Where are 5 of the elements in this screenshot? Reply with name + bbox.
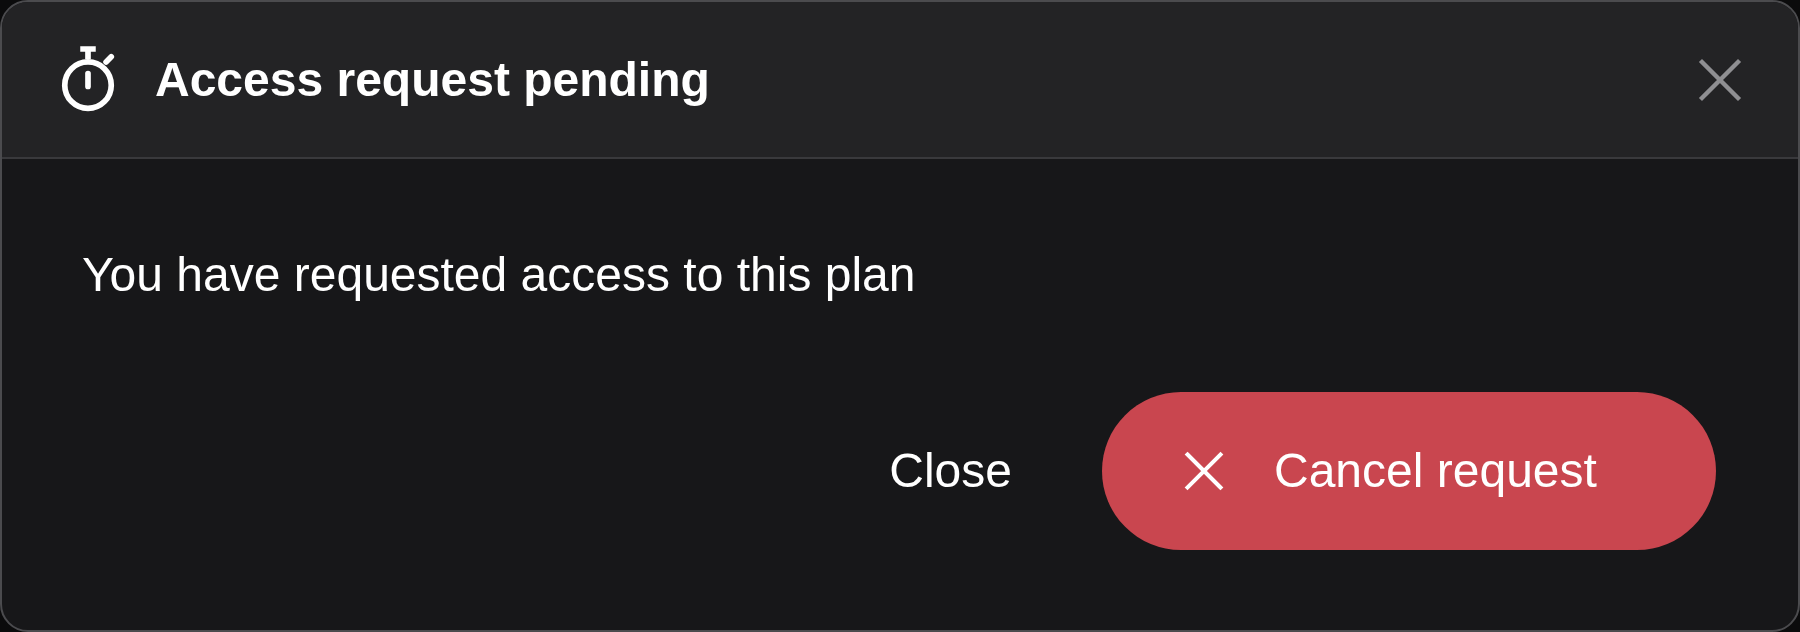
close-icon [1182, 449, 1226, 493]
close-button[interactable]: Close [869, 427, 1032, 515]
dialog-message: You have requested access to this plan [82, 251, 917, 299]
cancel-request-button[interactable]: Cancel request [1102, 392, 1716, 550]
dialog-title: Access request pending [155, 55, 710, 104]
